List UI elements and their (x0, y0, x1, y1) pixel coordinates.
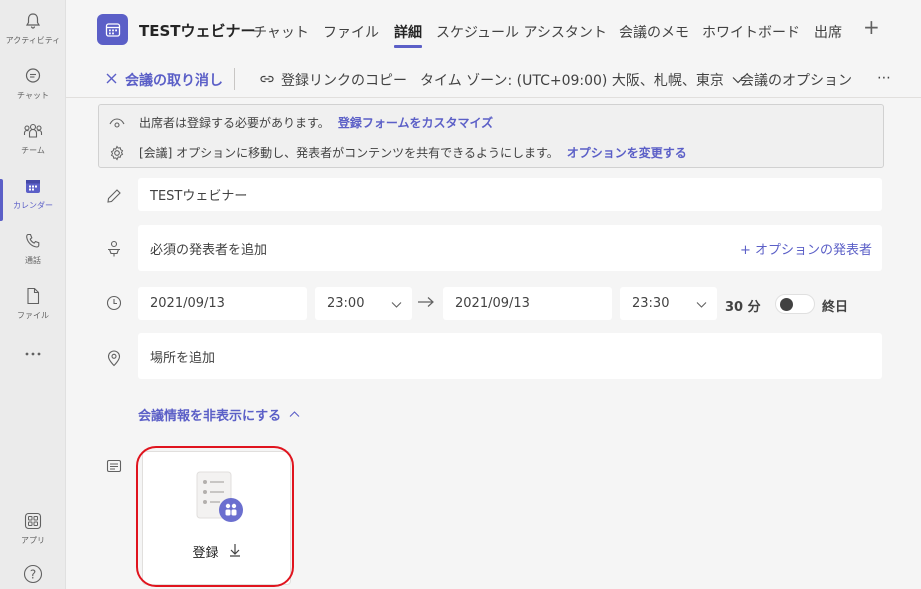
phone-icon (22, 230, 44, 252)
title-field[interactable]: TESTウェビナー (138, 178, 882, 211)
rail-calendar-label: カレンダー (13, 201, 53, 210)
rail-activity-label: アクティビティ (5, 36, 61, 45)
title-value: TESTウェビナー (150, 189, 248, 204)
details-icon (104, 456, 124, 476)
cancel-meeting-button[interactable]: 会議の取り消し (106, 70, 223, 90)
tab-files[interactable]: ファイル (323, 22, 379, 42)
end-time-dropdown[interactable]: 23:30 (620, 287, 717, 320)
meeting-options-button[interactable]: 会議のオプション (740, 70, 852, 90)
registration-form-icon (195, 470, 245, 530)
rail-files-label: ファイル (17, 311, 49, 320)
end-time-value: 23:30 (632, 296, 670, 311)
notice-registration-text: 出席者は登録する必要があります。 (139, 116, 330, 130)
notice-options-row: [会議] オプションに移動し、発表者がコンテンツを共有できるようにします。 オプ… (109, 144, 687, 161)
optional-presenter-button[interactable]: + オプションの発表者 (740, 239, 872, 258)
clock-icon (104, 293, 124, 313)
notice-options-text: [会議] オプションに移動し、発表者がコンテンツを共有できるようにします。 (139, 146, 559, 160)
calendar-icon (22, 175, 44, 197)
eye-icon (109, 115, 125, 131)
location-icon (104, 348, 124, 368)
rail-chat-label: チャット (17, 91, 49, 100)
meeting-header: TESTウェビナー チャット ファイル 詳細 スケジュール アシスタント 会議の… (66, 0, 921, 60)
close-icon (106, 72, 117, 88)
rail-calls[interactable]: 通話 (0, 230, 66, 280)
timezone-dropdown[interactable]: タイム ゾーン: (UTC+09:00) 大阪、札幌、東京 (420, 70, 744, 90)
rail-apps-label: アプリ (21, 536, 45, 545)
start-time-dropdown[interactable]: 23:00 (315, 287, 412, 320)
rail-chat[interactable]: チャット (0, 65, 66, 115)
chevron-down-icon (696, 298, 707, 313)
end-date-value: 2021/09/13 (455, 296, 530, 311)
tab-details[interactable]: 詳細 (394, 22, 422, 48)
file-icon (22, 285, 44, 307)
location-placeholder: 場所を追加 (150, 350, 216, 366)
copy-registration-link-button[interactable]: 登録リンクのコピー (260, 70, 407, 90)
change-options-link[interactable]: オプションを変更する (567, 144, 687, 161)
rail-calls-label: 通話 (25, 256, 41, 265)
apps-icon (22, 510, 44, 532)
registration-card-footer: 登録 (143, 542, 290, 561)
location-field[interactable]: 場所を追加 (138, 333, 882, 379)
tab-chat[interactable]: チャット (253, 22, 309, 42)
start-date-value: 2021/09/13 (150, 296, 225, 311)
cancel-meeting-label: 会議の取り消し (125, 73, 223, 89)
duration-label: 30 分 (725, 300, 761, 315)
rail-teams[interactable]: チーム (0, 120, 66, 170)
gear-icon (109, 145, 125, 161)
chat-icon (22, 65, 44, 87)
toggle-knob (780, 298, 793, 311)
more-icon (22, 343, 44, 365)
registration-card-label: 登録 (192, 546, 219, 561)
tab-whiteboard[interactable]: ホワイトボード (702, 22, 800, 42)
teams-icon (22, 120, 44, 142)
start-date-field[interactable]: 2021/09/13 (138, 287, 307, 320)
registration-card[interactable]: 登録 (142, 451, 291, 585)
rail-teams-label: チーム (21, 146, 45, 155)
calendar-app-icon (97, 14, 128, 45)
tab-scheduling-assistant[interactable]: スケジュール アシスタント (436, 22, 607, 42)
presenter-icon (104, 239, 124, 259)
customize-registration-link[interactable]: 登録フォームをカスタマイズ (338, 114, 493, 131)
meeting-title: TESTウェビナー (139, 22, 256, 40)
rail-files[interactable]: ファイル (0, 285, 66, 335)
rail-calendar[interactable]: カレンダー (0, 175, 66, 225)
hide-details-button[interactable]: 会議情報を非表示にする (138, 405, 300, 424)
end-date-field[interactable]: 2021/09/13 (443, 287, 612, 320)
registration-notice: 出席者は登録する必要があります。 登録フォームをカスタマイズ [会議] オプショ… (98, 104, 884, 168)
timezone-label: タイム ゾーン: (UTC+09:00) 大阪、札幌、東京 (420, 73, 724, 89)
rail-activity[interactable]: アクティビティ (0, 10, 66, 60)
all-day-toggle[interactable] (775, 294, 815, 314)
chevron-up-icon (289, 407, 300, 422)
chevron-down-icon (391, 298, 402, 313)
rail-help[interactable]: ? (0, 563, 66, 587)
all-day-label: 終日 (822, 300, 849, 315)
tab-attendance[interactable]: 出席 (814, 22, 842, 42)
tab-meeting-notes[interactable]: 会議のメモ (619, 22, 689, 42)
required-presenter-field[interactable]: 必須の発表者を追加 + オプションの発表者 (138, 225, 882, 271)
meeting-toolbar: 会議の取り消し 登録リンクのコピー タイム ゾーン: (UTC+09:00) 大… (66, 60, 921, 98)
main-panel: TESTウェビナー チャット ファイル 詳細 スケジュール アシスタント 会議の… (66, 0, 921, 589)
svg-text:?: ? (30, 568, 36, 582)
download-icon[interactable] (229, 543, 241, 561)
notice-registration-row: 出席者は登録する必要があります。 登録フォームをカスタマイズ (109, 114, 493, 131)
pencil-icon (104, 186, 124, 206)
add-tab-button[interactable]: + (863, 17, 880, 37)
help-icon: ? (22, 563, 44, 585)
hide-details-label: 会議情報を非表示にする (138, 409, 282, 424)
rail-more[interactable] (0, 343, 66, 393)
arrow-right-icon (417, 293, 435, 313)
toolbar-divider (234, 68, 235, 90)
start-time-value: 23:00 (327, 296, 365, 311)
copy-link-label: 登録リンクのコピー (281, 73, 407, 89)
required-presenter-placeholder: 必須の発表者を追加 (150, 242, 268, 258)
bell-icon (22, 10, 44, 32)
app-rail: アクティビティ チャット チーム カレンダー 通話 ファイル アプリ ? (0, 0, 66, 589)
link-icon (260, 72, 274, 88)
rail-apps[interactable]: アプリ (0, 510, 66, 560)
more-options-button[interactable]: ⋯ (877, 70, 891, 86)
